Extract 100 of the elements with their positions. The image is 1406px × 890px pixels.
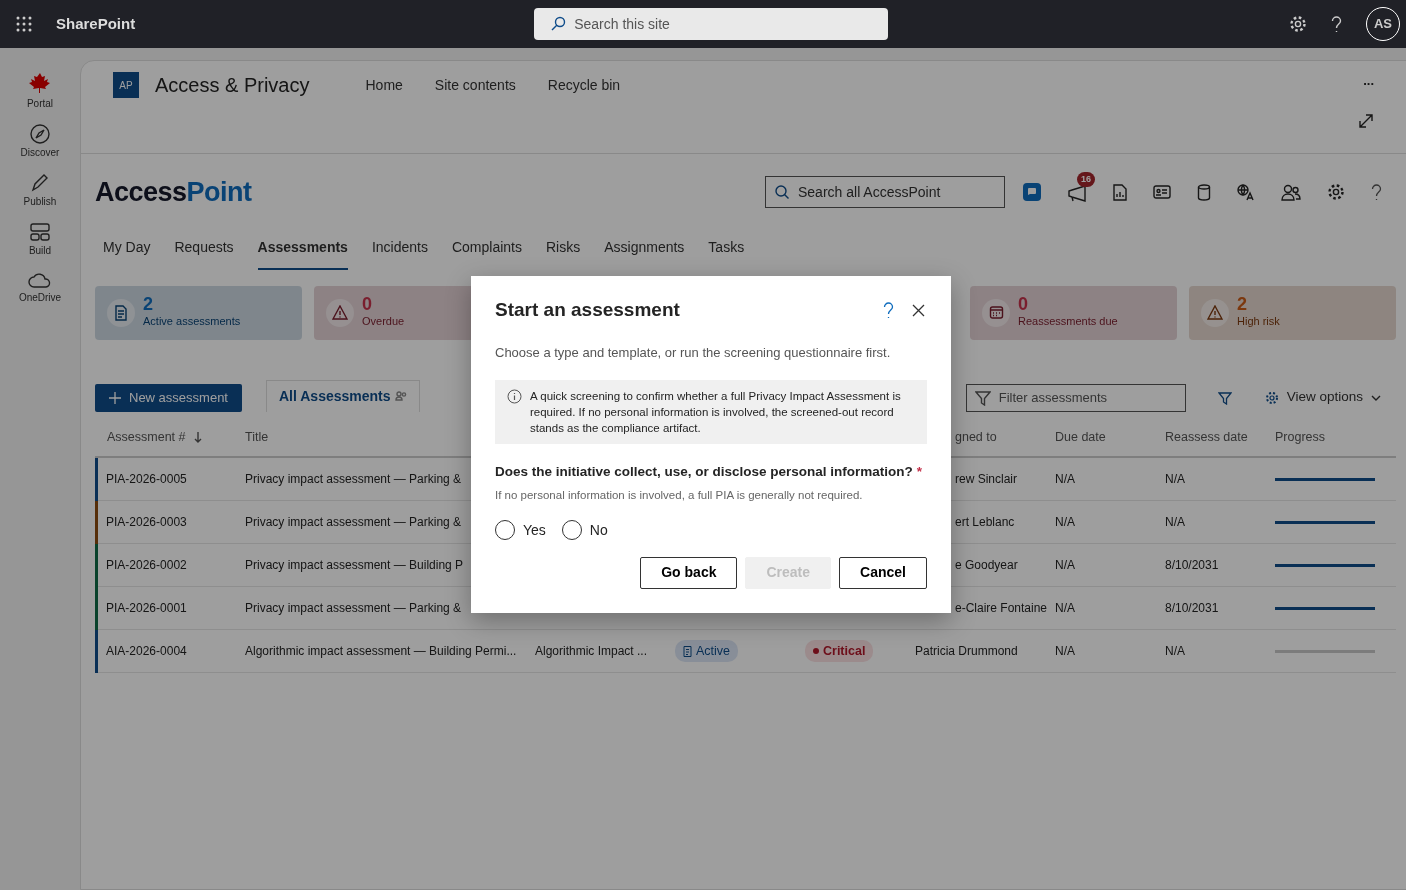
rail-item[interactable]: Build <box>28 221 52 258</box>
risk-badge: Critical <box>805 639 874 663</box>
settings-icon[interactable] <box>1327 183 1345 202</box>
report-icon[interactable] <box>1113 183 1127 201</box>
tab[interactable]: Risks <box>545 228 581 270</box>
site-nav-link[interactable]: Recycle bin <box>547 74 621 96</box>
tab[interactable]: Requests <box>174 228 234 270</box>
expand-icon[interactable] <box>1358 112 1374 129</box>
table-cell: Algorithmic Impact ... <box>535 644 648 658</box>
maple-leaf-icon <box>28 72 52 96</box>
site-title[interactable]: Access & Privacy <box>155 70 310 100</box>
people-icon[interactable] <box>1281 183 1301 201</box>
filter-field[interactable]: Filter assessments <box>965 383 1186 412</box>
tab[interactable]: Complaints <box>451 228 522 270</box>
status-badge: Active <box>675 639 739 663</box>
table-cell-text: PIA-2026-0003 <box>106 514 187 531</box>
notification-badge: 16 <box>1077 172 1095 188</box>
more-button[interactable]: ... <box>1363 71 1374 91</box>
stat-value: 0 <box>1018 295 1029 314</box>
table-cell: Patricia Drummond <box>915 644 1018 658</box>
column-header: Due date <box>1055 430 1106 445</box>
app-launcher-icon[interactable] <box>16 16 32 32</box>
people-icon <box>394 391 407 401</box>
tab[interactable]: Tasks <box>708 228 745 270</box>
stat-label: Overdue <box>362 314 405 330</box>
search-icon <box>550 16 567 32</box>
view-options-button[interactable]: View options <box>1263 386 1382 409</box>
rail-item[interactable]: OneDrive <box>18 270 62 305</box>
dialog-title: Start an assessment <box>495 298 680 322</box>
radio-label[interactable]: No <box>589 519 608 541</box>
cloud-icon <box>27 270 53 290</box>
new-assessment-button[interactable]: New assessment <box>95 383 242 412</box>
chat-icon[interactable] <box>1023 183 1041 202</box>
warning-icon <box>1207 305 1223 320</box>
table-cell: N/A <box>1165 644 1185 658</box>
table-cell: N/A <box>1165 472 1185 486</box>
close-icon[interactable] <box>912 303 925 317</box>
site-search-field[interactable]: Search this site <box>534 8 889 40</box>
sort-down-icon <box>193 432 202 443</box>
site-logo[interactable]: AP <box>113 72 139 98</box>
table-cell: N/A <box>1055 472 1075 486</box>
filter-icon[interactable] <box>1217 390 1232 405</box>
column-header: Reassess date <box>1165 430 1248 445</box>
table-cell: N/A <box>1055 515 1075 529</box>
info-text: A quick screening to confirm whether a full Privacy Impact Assessment is required. If no personal information is involved, the screened-out record stands as the compliance artifact. <box>530 389 902 437</box>
column-header: Progress <box>1275 430 1326 445</box>
tab[interactable]: Assessments <box>257 228 348 270</box>
column-header: Title <box>245 430 269 445</box>
rail-item[interactable]: Publish <box>23 172 57 209</box>
table-cell: Privacy impact assessment — Parking & <box>245 601 462 615</box>
document-icon <box>114 304 128 321</box>
table-cell: N/A <box>1055 644 1075 658</box>
compass-icon <box>29 123 51 145</box>
table-cell-text: PIA-2026-0005 <box>106 471 187 488</box>
dialog-subtitle: Choose a type and template, or run the screening questionnaire first. <box>495 343 892 362</box>
radio-label[interactable]: Yes <box>523 519 546 541</box>
table-cell: N/A <box>1165 515 1185 529</box>
stat-label: Reassessments due <box>1018 314 1118 330</box>
stat-label: High risk <box>1237 314 1280 330</box>
table-cell: Privacy impact assessment — Parking & <box>245 515 462 529</box>
table-cell-text: AIA-2026-0004 <box>106 643 187 660</box>
rail-item[interactable]: Portal <box>26 72 54 111</box>
hint-text: If no personal information is involved, a full PIA is generally not required. <box>495 487 864 503</box>
megaphone-icon[interactable] <box>1067 184 1087 203</box>
tab[interactable]: My Day <box>103 228 151 270</box>
view-tab[interactable]: All Assessments <box>266 379 420 412</box>
tab[interactable]: Assignments <box>604 228 685 270</box>
dialog-button[interactable]: Cancel <box>839 556 927 589</box>
stat-label: Active assessments <box>143 314 241 330</box>
table-cell: 8/10/2031 <box>1165 601 1219 615</box>
site-nav-link[interactable]: Home <box>365 74 403 96</box>
id-card-icon[interactable] <box>1153 185 1171 200</box>
column-header[interactable]: Assessment # <box>107 428 186 447</box>
calendar-icon <box>988 305 1004 320</box>
site-nav-link[interactable]: Site contents <box>434 74 516 96</box>
dialog-button[interactable]: Go back <box>640 556 738 589</box>
database-icon[interactable] <box>1197 183 1211 201</box>
document-icon <box>683 645 692 657</box>
translate-icon[interactable] <box>1237 183 1255 201</box>
rail-item[interactable]: Discover <box>20 123 60 160</box>
app-search-field[interactable]: Search all AccessPoint <box>765 176 1005 209</box>
settings-icon[interactable] <box>1289 15 1307 33</box>
help-icon[interactable] <box>1371 183 1382 201</box>
table-cell-text: PIA-2026-0001 <box>106 600 187 617</box>
stat-value: 2 <box>143 295 154 314</box>
table-cell: 8/10/2031 <box>1165 558 1219 572</box>
layout-icon <box>29 221 51 243</box>
table-cell-text: PIA-2026-0002 <box>106 557 187 574</box>
table-cell: Algorithmic impact assessment — Building Permi... <box>245 644 517 658</box>
tab[interactable]: Incidents <box>371 228 428 270</box>
table-cell: N/A <box>1055 601 1075 615</box>
table-cell: Privacy impact assessment — Building P <box>245 558 464 572</box>
help-icon[interactable] <box>883 301 894 319</box>
info-icon <box>507 389 522 404</box>
table-cell: e-Claire Fontaine <box>955 601 1048 615</box>
plus-icon <box>109 391 121 404</box>
question-label: Does the initiative collect, use, or disclose personal information? <box>495 464 913 480</box>
app-name[interactable]: SharePoint <box>56 12 136 36</box>
settings-icon <box>1264 390 1279 405</box>
table-cell: ert Leblanc <box>955 515 1015 529</box>
